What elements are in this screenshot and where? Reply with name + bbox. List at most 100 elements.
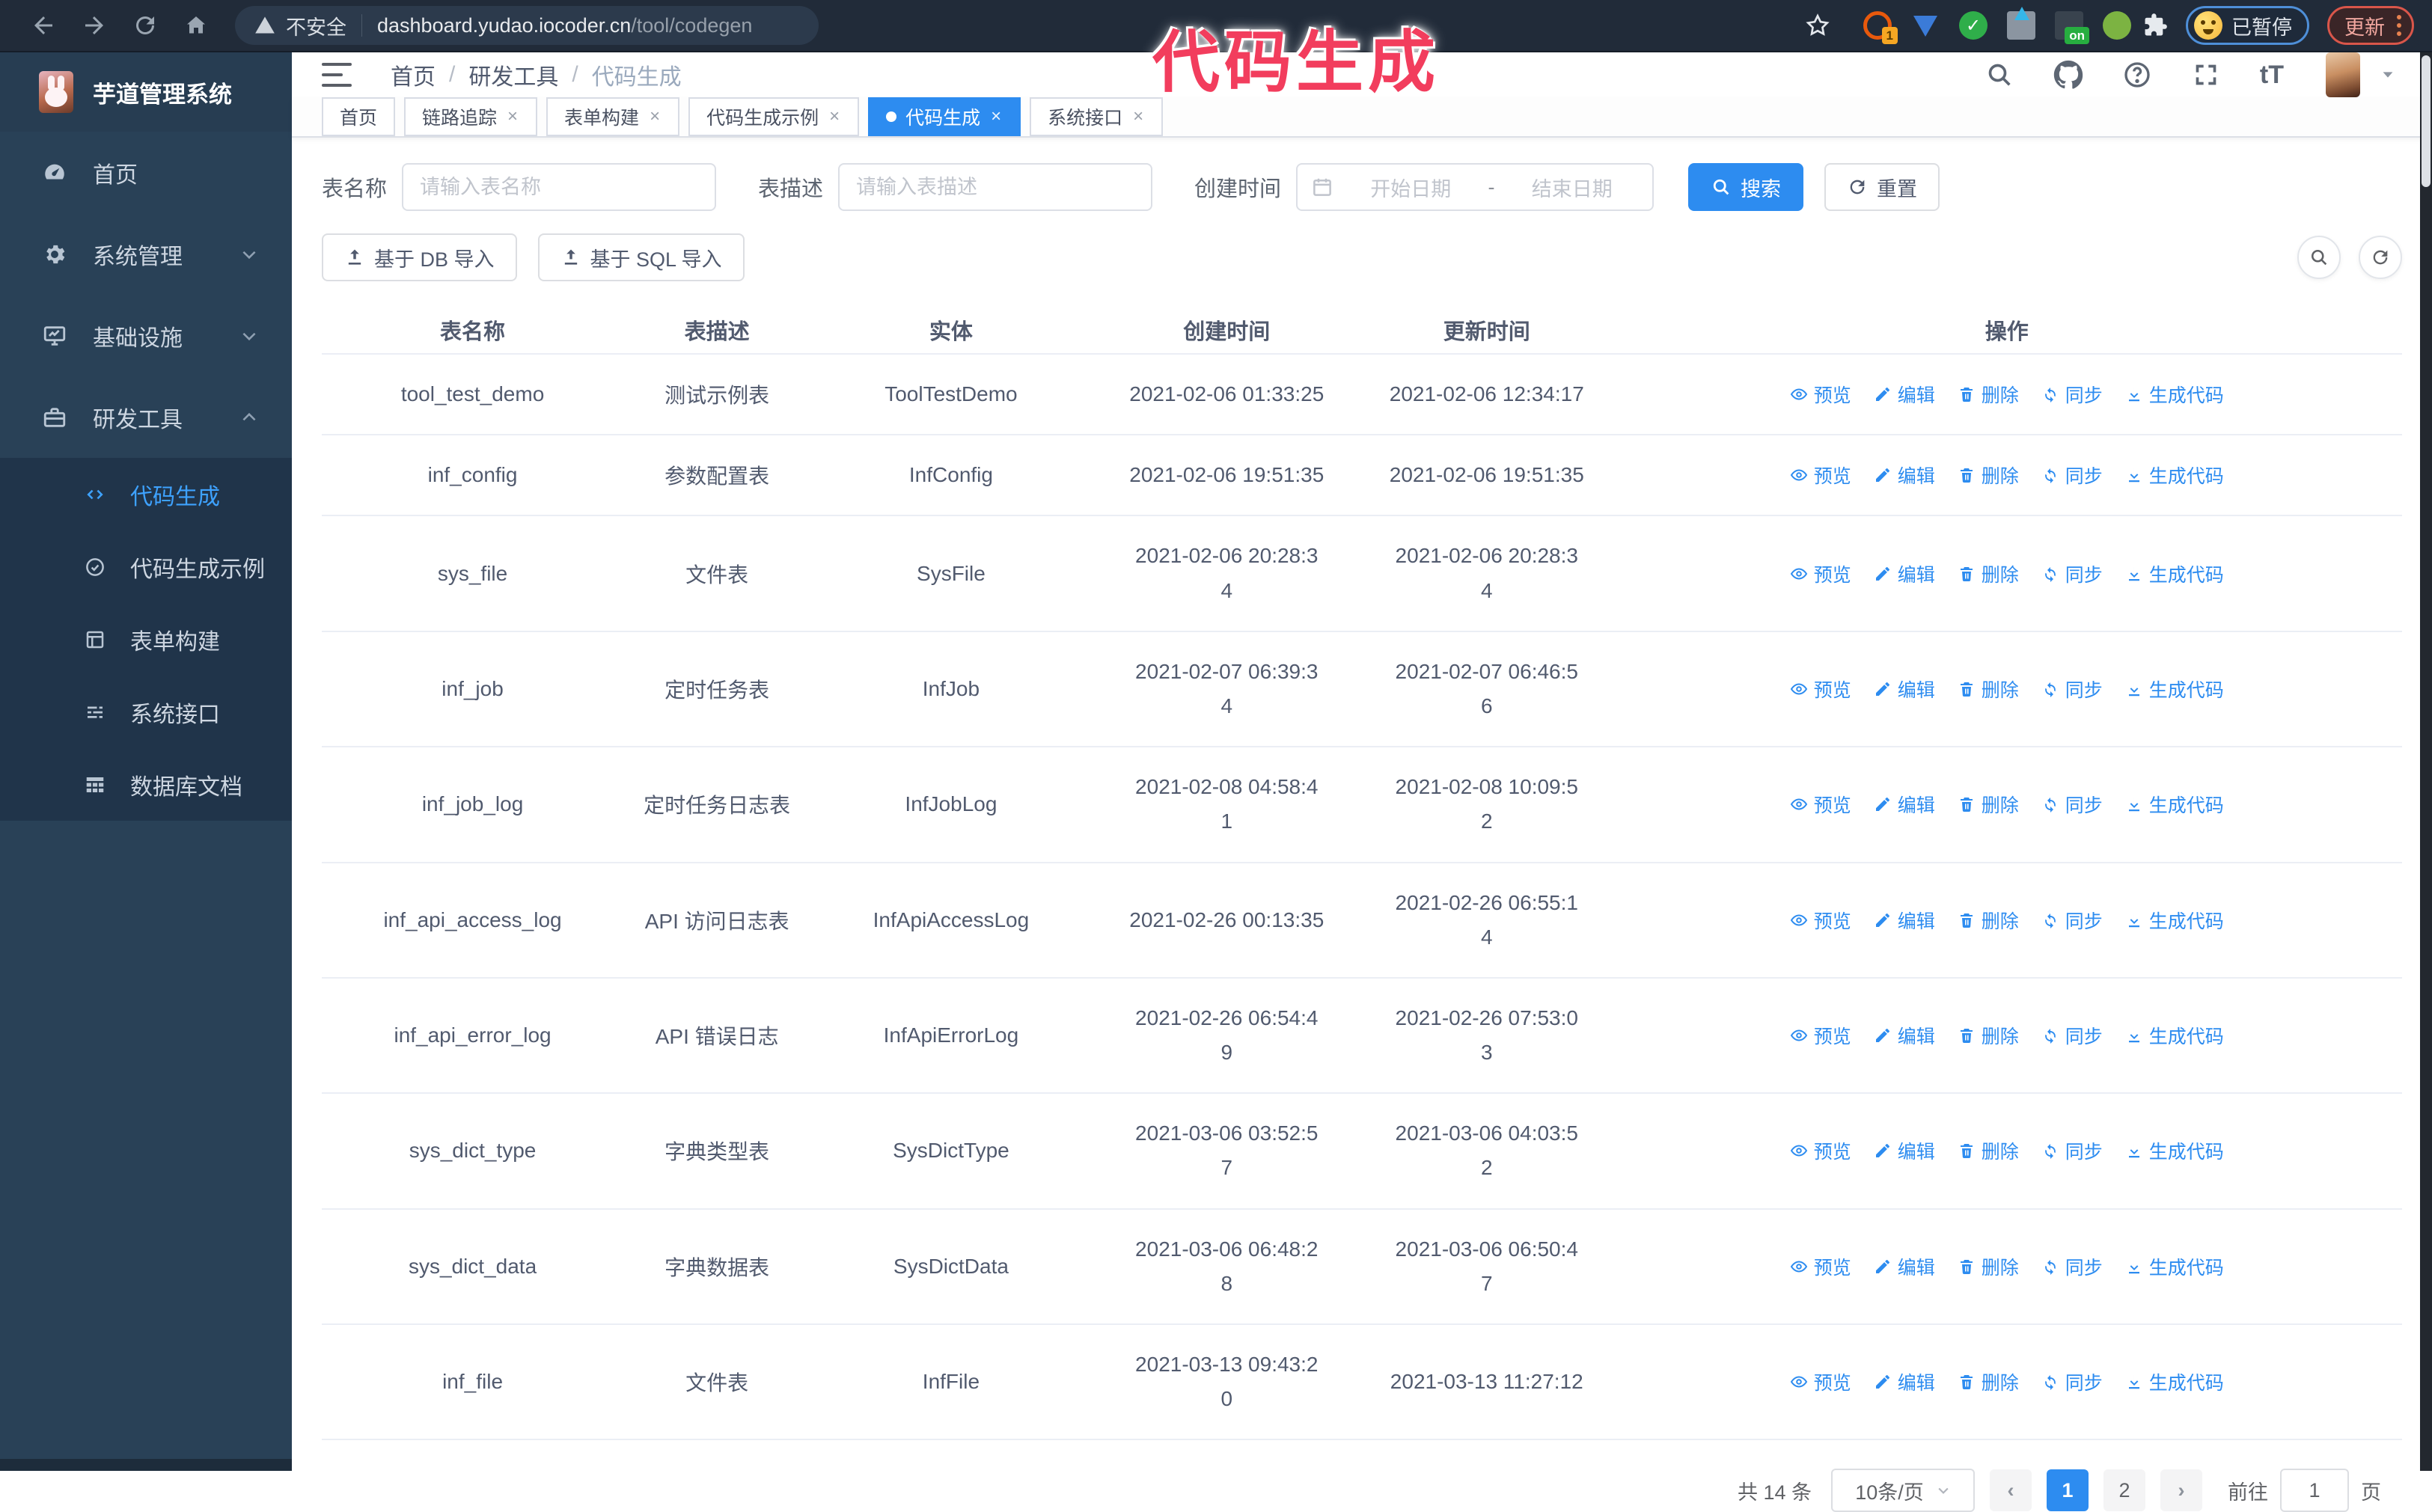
breadcrumb-home[interactable]: 首页 — [391, 58, 436, 91]
action-edit-link[interactable]: 编辑 — [1874, 1368, 1935, 1395]
sidebar-item-system[interactable]: 系统管理 — [0, 213, 292, 295]
action-delete-link[interactable]: 删除 — [1958, 1022, 2019, 1049]
refresh-table-button[interactable] — [2359, 236, 2402, 279]
scrollbar-thumb[interactable] — [2422, 55, 2431, 187]
tab-代码生成示例[interactable]: 代码生成示例 × — [688, 97, 860, 136]
browser-forward-icon[interactable] — [81, 12, 108, 39]
sidebar-item-system-api[interactable]: 系统接口 — [0, 676, 292, 748]
action-sync-link[interactable]: 同步 — [2041, 1368, 2103, 1395]
action-delete-link[interactable]: 删除 — [1958, 1253, 2019, 1280]
extension-dark-icon[interactable]: on — [2055, 11, 2089, 44]
action-edit-link[interactable]: 编辑 — [1874, 1022, 1935, 1049]
extensions-puzzle-icon[interactable] — [2141, 11, 2169, 40]
action-delete-link[interactable]: 删除 — [1958, 1368, 2019, 1395]
avatar[interactable] — [2326, 52, 2360, 97]
tab-表单构建[interactable]: 表单构建 × — [546, 97, 680, 136]
action-delete-link[interactable]: 删除 — [1958, 381, 2019, 408]
action-preview-link[interactable]: 预览 — [1790, 1368, 1851, 1395]
tab-close-icon[interactable]: × — [506, 108, 519, 126]
tab-close-icon[interactable]: × — [648, 108, 662, 126]
page-scrollbar[interactable] — [2420, 52, 2432, 1471]
bookmark-star-icon[interactable] — [1804, 12, 1831, 39]
security-warning-icon[interactable] — [254, 15, 275, 36]
action-delete-link[interactable]: 删除 — [1958, 1137, 2019, 1164]
hamburger-icon[interactable] — [322, 63, 352, 87]
extension-check-icon[interactable]: ✓ — [1959, 11, 1988, 40]
import-sql-button[interactable]: 基于 SQL 导入 — [537, 233, 745, 281]
tab-close-icon[interactable]: × — [1131, 108, 1145, 126]
extension-gem-icon[interactable] — [1911, 11, 1940, 40]
extension-grid-icon[interactable] — [2007, 7, 2035, 40]
action-edit-link[interactable]: 编辑 — [1874, 791, 1935, 818]
action-generate-code-link[interactable]: 生成代码 — [2125, 1368, 2224, 1395]
action-generate-code-link[interactable]: 生成代码 — [2125, 907, 2224, 934]
action-delete-link[interactable]: 删除 — [1958, 676, 2019, 703]
tab-首页[interactable]: 首页 — [322, 97, 396, 136]
reset-button[interactable]: 重置 — [1824, 163, 1940, 211]
action-generate-code-link[interactable]: 生成代码 — [2125, 1137, 2224, 1164]
action-generate-code-link[interactable]: 生成代码 — [2125, 791, 2224, 818]
profile-paused-chip[interactable]: 已暂停 — [2186, 6, 2309, 45]
app-logo[interactable]: 芋道管理系统 — [0, 52, 292, 132]
action-generate-code-link[interactable]: 生成代码 — [2125, 1253, 2224, 1280]
action-edit-link[interactable]: 编辑 — [1874, 462, 1935, 489]
table-desc-input[interactable] — [838, 163, 1153, 211]
chevron-down-icon[interactable] — [2380, 67, 2396, 83]
action-sync-link[interactable]: 同步 — [2041, 1137, 2103, 1164]
extension-android-icon[interactable] — [2103, 11, 2131, 40]
help-icon[interactable] — [2122, 60, 2152, 90]
tab-链路追踪[interactable]: 链路追踪 × — [404, 97, 538, 136]
action-sync-link[interactable]: 同步 — [2041, 381, 2103, 408]
action-delete-link[interactable]: 删除 — [1958, 907, 2019, 934]
action-sync-link[interactable]: 同步 — [2041, 1253, 2103, 1280]
action-sync-link[interactable]: 同步 — [2041, 462, 2103, 489]
search-button[interactable]: 搜索 — [1688, 163, 1804, 211]
page-size-select[interactable]: 10条/页 — [1831, 1469, 1975, 1512]
action-edit-link[interactable]: 编辑 — [1874, 1253, 1935, 1280]
goto-page-input[interactable] — [2280, 1469, 2349, 1512]
action-generate-code-link[interactable]: 生成代码 — [2125, 560, 2224, 587]
action-delete-link[interactable]: 删除 — [1958, 462, 2019, 489]
tab-代码生成[interactable]: 代码生成 × — [868, 97, 1021, 136]
end-date-placeholder[interactable]: 结束日期 — [1506, 173, 1640, 202]
browser-menu-kebab-icon[interactable] — [2397, 15, 2401, 36]
action-preview-link[interactable]: 预览 — [1790, 676, 1851, 703]
action-generate-code-link[interactable]: 生成代码 — [2125, 462, 2224, 489]
sidebar-item-code-generation-example[interactable]: 代码生成示例 — [0, 530, 292, 603]
browser-home-icon[interactable] — [183, 12, 210, 39]
tab-close-icon[interactable]: × — [989, 108, 1003, 126]
sidebar-item-form-builder[interactable]: 表单构建 — [0, 603, 292, 676]
font-size-icon[interactable]: tT — [2260, 61, 2284, 90]
start-date-placeholder[interactable]: 开始日期 — [1344, 173, 1478, 202]
github-icon[interactable] — [2053, 60, 2083, 90]
page-button-2[interactable]: 2 — [2103, 1469, 2145, 1512]
action-delete-link[interactable]: 删除 — [1958, 560, 2019, 587]
action-preview-link[interactable]: 预览 — [1790, 1137, 1851, 1164]
action-preview-link[interactable]: 预览 — [1790, 791, 1851, 818]
action-sync-link[interactable]: 同步 — [2041, 1022, 2103, 1049]
action-preview-link[interactable]: 预览 — [1790, 1253, 1851, 1280]
action-edit-link[interactable]: 编辑 — [1874, 907, 1935, 934]
sidebar-item-dev-tools[interactable]: 研发工具 — [0, 376, 292, 458]
action-delete-link[interactable]: 删除 — [1958, 791, 2019, 818]
sidebar-item-database-docs[interactable]: 数据库文档 — [0, 748, 292, 821]
address-bar[interactable]: 不安全 dashboard.yudao.iocoder.cn/tool/code… — [235, 6, 819, 45]
import-db-button[interactable]: 基于 DB 导入 — [322, 233, 517, 281]
action-edit-link[interactable]: 编辑 — [1874, 676, 1935, 703]
page-button-1[interactable]: 1 — [2047, 1469, 2089, 1512]
action-edit-link[interactable]: 编辑 — [1874, 560, 1935, 587]
search-icon[interactable] — [1985, 60, 2014, 90]
browser-update-button[interactable]: 更新 — [2327, 6, 2414, 45]
browser-reload-icon[interactable] — [132, 12, 159, 39]
action-edit-link[interactable]: 编辑 — [1874, 1137, 1935, 1164]
action-preview-link[interactable]: 预览 — [1790, 462, 1851, 489]
action-preview-link[interactable]: 预览 — [1790, 381, 1851, 408]
toggle-search-button[interactable] — [2297, 236, 2341, 279]
browser-back-icon[interactable] — [30, 12, 57, 39]
action-preview-link[interactable]: 预览 — [1790, 1022, 1851, 1049]
next-page-button[interactable]: › — [2160, 1469, 2202, 1512]
action-sync-link[interactable]: 同步 — [2041, 560, 2103, 587]
table-name-input[interactable] — [402, 163, 717, 211]
action-preview-link[interactable]: 预览 — [1790, 560, 1851, 587]
fullscreen-icon[interactable] — [2191, 60, 2221, 90]
